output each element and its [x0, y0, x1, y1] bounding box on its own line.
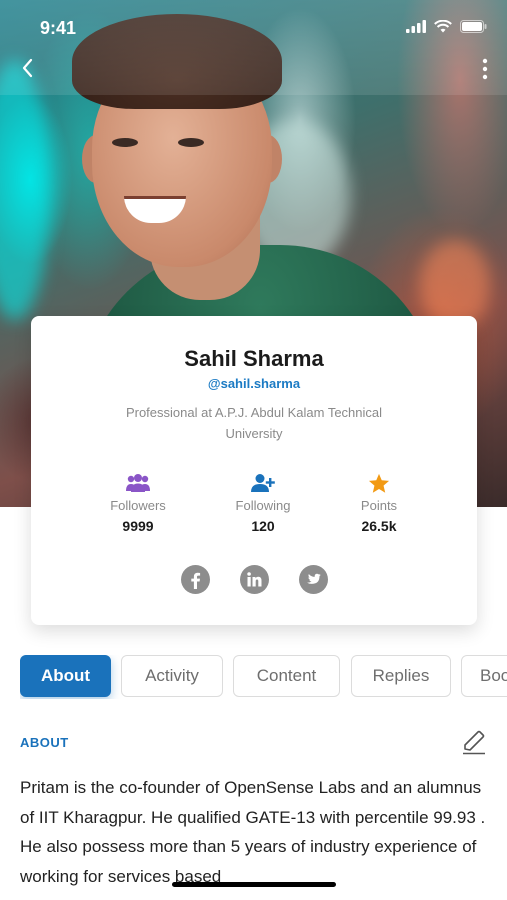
about-text: Pritam is the co-founder of OpenSense La…: [20, 778, 486, 886]
twitter-icon[interactable]: [298, 565, 328, 594]
profile-bio: Professional at A.P.J. Abdul Kalam Techn…: [125, 405, 383, 441]
tab-bookmarks[interactable]: Boo: [461, 655, 507, 697]
stat-followers[interactable]: Followers 9999: [78, 471, 198, 534]
profile-card: Sahil Sharma @sahil.sharma Professional …: [31, 316, 477, 625]
status-time: 9:41: [40, 18, 77, 38]
home-indicator[interactable]: [172, 882, 336, 887]
stat-points[interactable]: Points 26.5k: [319, 471, 439, 534]
edit-icon[interactable]: [460, 728, 488, 756]
social-links: [31, 565, 477, 594]
star-icon: [319, 471, 439, 495]
tab-content[interactable]: Content: [233, 655, 340, 697]
stat-label: Followers: [110, 498, 166, 513]
stat-following[interactable]: Following 120: [203, 471, 323, 534]
more-options-icon[interactable]: [477, 56, 493, 82]
status-bar: 9:41: [0, 14, 507, 44]
followers-icon: [78, 471, 198, 495]
tab-replies[interactable]: Replies: [351, 655, 451, 697]
back-icon[interactable]: [16, 56, 40, 80]
battery-icon: [460, 20, 487, 38]
about-heading: ABOUT: [20, 735, 69, 750]
stat-label: Points: [360, 498, 398, 513]
stat-value: 26.5k: [361, 518, 397, 534]
add-user-icon: [203, 471, 323, 495]
stat-value: 9999: [122, 518, 154, 534]
stat-value: 120: [251, 518, 275, 534]
tab-activity[interactable]: Activity: [121, 655, 223, 697]
linkedin-icon[interactable]: [239, 565, 269, 594]
wifi-icon: [434, 19, 452, 38]
profile-tabs: About Activity Content Replies Boo: [20, 655, 507, 699]
profile-handle[interactable]: @sahil.sharma: [31, 376, 477, 391]
signal-icon: [406, 20, 426, 38]
stat-label: Following: [235, 498, 291, 513]
profile-name: Sahil Sharma: [184, 346, 324, 371]
facebook-icon[interactable]: [180, 565, 210, 594]
tab-about[interactable]: About: [20, 655, 111, 697]
